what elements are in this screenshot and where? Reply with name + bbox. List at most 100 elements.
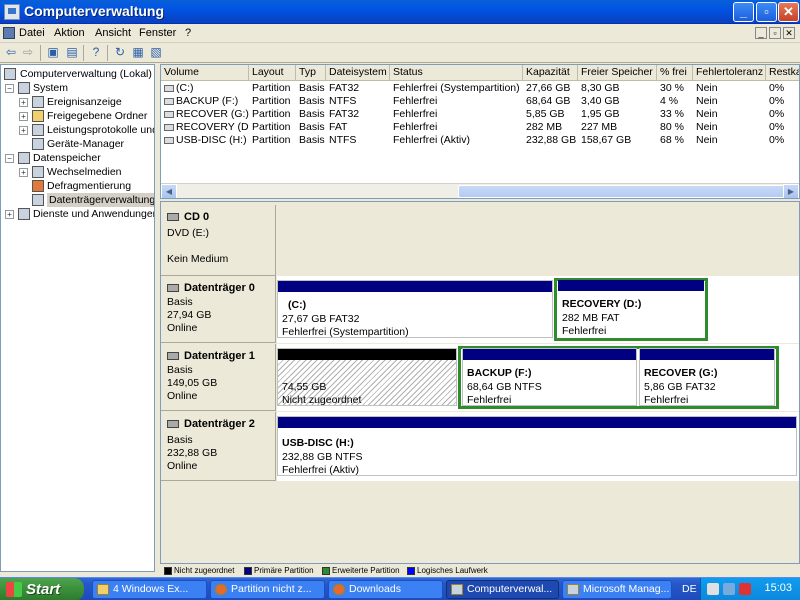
cell-restkapazitaet: 0%	[769, 108, 785, 120]
taskbar-button-explorer[interactable]: 4 Windows Ex...	[92, 580, 207, 599]
column-header-fehlertoleranz[interactable]: Fehlertoleranz	[693, 65, 766, 81]
show-tree-icon[interactable]: ▤	[64, 45, 80, 61]
menu-aktion[interactable]: Aktion	[54, 27, 85, 39]
partition-d[interactable]: RECOVERY (D:) 282 MB FAT Fehlerfrei	[558, 280, 704, 338]
taskbar-button-firefox[interactable]: Partition nicht z...	[210, 580, 325, 599]
antivirus-icon[interactable]	[739, 583, 751, 595]
close-button[interactable]: ✕	[778, 2, 799, 22]
horizontal-scrollbar[interactable]: ◀ ▶	[161, 183, 799, 198]
column-header-volume[interactable]: Volume	[161, 65, 249, 81]
column-header-restkapazitaet[interactable]: Restka	[766, 65, 799, 81]
scroll-left-icon[interactable]: ◀	[161, 184, 177, 198]
cell-restkapazitaet: 0%	[769, 82, 785, 94]
expand-icon[interactable]: +	[19, 168, 28, 177]
cell-status: Fehlerfrei	[393, 121, 438, 133]
menu-help[interactable]: ?	[185, 27, 191, 39]
primary-partition-bar	[463, 349, 636, 360]
partition-g[interactable]: RECOVER (G:) 5,86 GB FAT32 Fehlerfrei	[639, 348, 775, 406]
cell-typ: Basis	[299, 134, 325, 146]
bluetooth-icon[interactable]	[723, 583, 735, 595]
menu-datei[interactable]: Datei	[19, 27, 45, 39]
taskbar: Start 4 Windows Ex... Partition nicht z.…	[0, 577, 800, 600]
pane-splitter[interactable]	[155, 64, 159, 572]
primary-partition-bar	[278, 417, 796, 428]
cell-layout: Partition	[252, 82, 291, 94]
export-icon[interactable]: ▧	[148, 45, 164, 61]
partition-name: (C:)	[288, 299, 307, 311]
expand-icon[interactable]: +	[5, 210, 14, 219]
forward-arrow-icon[interactable]: ⇨	[20, 45, 36, 61]
folder-icon	[97, 584, 109, 595]
partition-status: Fehlerfrei	[562, 325, 607, 337]
cell-layout: Partition	[252, 95, 291, 107]
mdi-restore-button[interactable]: ▫	[769, 27, 781, 39]
toolbar: ⇦ ⇨ ▣ ▤ ? ↻ ▦ ▧	[0, 43, 800, 63]
cell-dateisystem: FAT32	[329, 82, 360, 94]
help-icon[interactable]: ?	[88, 45, 104, 61]
partition-h[interactable]: USB-DISC (H:) 232,88 GB NTFS Fehlerfrei …	[277, 416, 797, 476]
column-header-layout[interactable]: Layout	[249, 65, 296, 81]
cell-freier-speicher: 1,95 GB	[581, 108, 620, 120]
cell-prozent-frei: 30 %	[660, 82, 684, 94]
disk-title: Datenträger 0	[167, 282, 255, 294]
up-folder-icon[interactable]: ▣	[45, 45, 61, 61]
back-arrow-icon[interactable]: ⇦	[3, 45, 19, 61]
column-header-prozent-frei[interactable]: % frei	[657, 65, 693, 81]
taskbar-button-computerverwaltung[interactable]: Computerverwal...	[446, 580, 559, 599]
cell-prozent-frei: 4 %	[660, 95, 679, 107]
cell-layout: Partition	[252, 108, 291, 120]
event-viewer-icon	[32, 96, 44, 108]
volume-list: Volume Layout Typ Dateisystem Status Kap…	[160, 64, 800, 199]
legend-label: Logisches Laufwerk	[417, 566, 488, 575]
expand-icon[interactable]: +	[19, 112, 28, 121]
column-header-kapazitaet[interactable]: Kapazität	[523, 65, 578, 81]
cell-freier-speicher: 3,40 GB	[581, 95, 620, 107]
mdi-minimize-button[interactable]: _	[755, 27, 767, 39]
properties-icon[interactable]: ▦	[130, 45, 146, 61]
minimize-button[interactable]: _	[733, 2, 754, 22]
title-bar[interactable]: Computerverwaltung _ ▫ ✕	[0, 0, 800, 24]
start-button[interactable]: Start	[0, 578, 84, 600]
partition-f[interactable]: BACKUP (F:) 68,64 GB NTFS Fehlerfrei	[462, 348, 637, 406]
disk-label-disk0[interactable]: Datenträger 0 Basis 27,94 GB Online	[161, 276, 276, 343]
refresh-icon[interactable]: ↻	[112, 45, 128, 61]
removable-storage-icon	[32, 166, 44, 178]
unallocated-bar	[278, 349, 456, 360]
disk-label-cd0[interactable]: CD 0 DVD (E:) Kein Medium	[161, 205, 276, 276]
partition-c[interactable]: (C:) 27,67 GB FAT32 Fehlerfrei (Systempa…	[277, 280, 553, 338]
volume-icon	[164, 136, 174, 144]
system-menu-icon[interactable]	[3, 27, 15, 39]
menu-ansicht[interactable]: Ansicht	[95, 27, 131, 39]
column-header-freier-speicher[interactable]: Freier Speicher	[578, 65, 657, 81]
disk-type: Basis	[167, 364, 193, 376]
expand-icon[interactable]: +	[19, 126, 28, 135]
collapse-icon[interactable]: −	[5, 84, 14, 93]
partition-size: 27,67 GB FAT32	[282, 313, 360, 325]
column-header-status[interactable]: Status	[390, 65, 523, 81]
network-icon[interactable]	[707, 583, 719, 595]
clock: 15:03	[764, 582, 792, 594]
cell-volume: RECOVER (G:)	[161, 108, 249, 121]
partition-status: Fehlerfrei	[644, 394, 689, 406]
taskbar-button-mmc[interactable]: Microsoft Manag...	[562, 580, 672, 599]
cell-typ: Basis	[299, 95, 325, 107]
cell-typ: Basis	[299, 82, 325, 94]
column-header-dateisystem[interactable]: Dateisystem	[326, 65, 390, 81]
mdi-close-button[interactable]: ✕	[783, 27, 795, 39]
menu-fenster[interactable]: Fenster	[139, 27, 176, 39]
scroll-right-icon[interactable]: ▶	[783, 184, 799, 198]
collapse-icon[interactable]: −	[5, 154, 14, 163]
maximize-button[interactable]: ▫	[756, 2, 777, 22]
disk-label-disk2[interactable]: Datenträger 2 Basis 232,88 GB Online	[161, 412, 276, 481]
scrollbar-thumb[interactable]	[458, 185, 791, 198]
legend-swatch-extended	[322, 567, 330, 575]
partition-size: 282 MB FAT	[562, 312, 620, 324]
cell-dateisystem: FAT32	[329, 108, 360, 120]
disk-label-disk1[interactable]: Datenträger 1 Basis 149,05 GB Online	[161, 344, 276, 411]
taskbar-button-downloads[interactable]: Downloads	[328, 580, 443, 599]
cell-dateisystem: NTFS	[329, 95, 357, 107]
language-indicator[interactable]: DE	[682, 583, 697, 595]
unallocated-space[interactable]: 74,55 GB Nicht zugeordnet	[277, 348, 457, 406]
column-header-typ[interactable]: Typ	[296, 65, 326, 81]
expand-icon[interactable]: +	[19, 98, 28, 107]
